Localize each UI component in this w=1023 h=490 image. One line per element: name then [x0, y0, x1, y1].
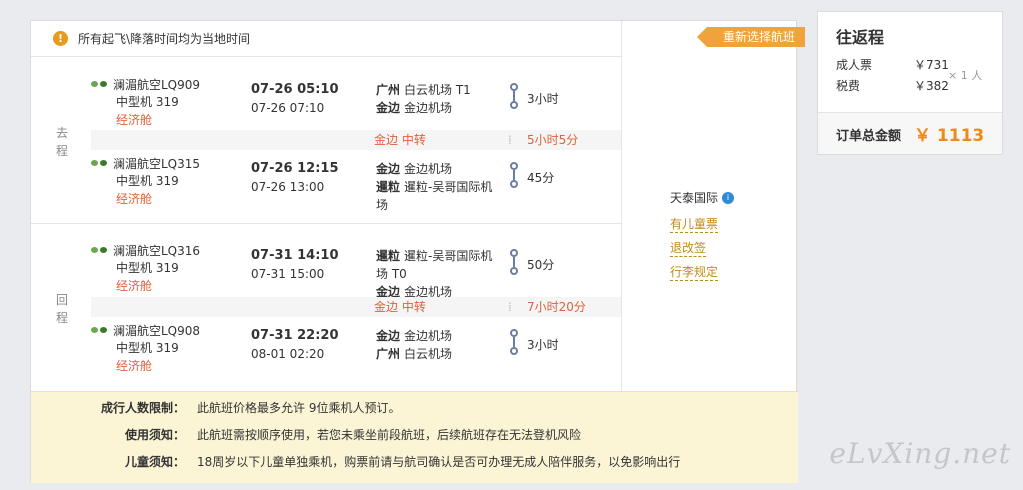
vendor-name: 天泰国际 [670, 191, 719, 205]
price-summary: 往返程 成人票 ￥731 税费 ￥382 × 1 人 订单总金额 ￥ 1113 [817, 11, 1003, 155]
transfer-duration: 5小时5分 [527, 133, 579, 147]
route-icon [509, 162, 519, 188]
rule-value: 此航班需按顺序使用，若您未乘坐前段航班，后续航班存在无法登机风险 [197, 428, 582, 442]
departure-airport: 广州 白云机场 T1 [376, 83, 471, 97]
order-total: 订单总金额 ￥ 1113 [818, 112, 1002, 154]
rule-key: 儿童须知： [124, 455, 185, 469]
arrival-airport: 广州 白云机场 [376, 347, 453, 361]
baggage-rules-link[interactable]: 行李规定 [670, 265, 719, 281]
aircraft-type: 中型机 319 [116, 341, 179, 355]
vendor-info: 天泰国际 i [670, 189, 735, 206]
tax-price: ￥382 [914, 79, 949, 93]
vendor-column: 重新选择航班 天泰国际 i 有儿童票 退改签 行李规定 [621, 21, 805, 391]
departure-time: 07-26 05:10 [251, 82, 339, 97]
flight-row[interactable]: 澜湄航空LQ908 中型机 319 经济舱 07-31 22:20 08-01 … [91, 321, 621, 391]
itinerary-panel: ! 所有起飞\降落时间均为当地时间 去程 澜湄航空LQ909 中型机 319 经… [30, 20, 805, 483]
route-icon [509, 329, 519, 355]
warning-icon: ! [53, 31, 68, 46]
tax-label: 税费 [836, 79, 861, 93]
rule-key: 使用须知： [124, 428, 185, 442]
return-label: 回程 [55, 293, 68, 325]
route-icon [509, 249, 519, 275]
airline-flight-no: 澜湄航空LQ316 [113, 243, 201, 258]
booking-rules: 成行人数限制： 此航班价格最多允许 9位乘机人预订。 使用须知： 此航班需按顺序… [31, 391, 798, 483]
transfer-city: 金边 中转 [374, 300, 426, 314]
rule-key: 成行人数限制： [100, 401, 185, 415]
aircraft-type: 中型机 319 [116, 261, 179, 275]
departure-airport: 暹粒 暹粒-吴哥国际机场 T0 [376, 249, 493, 281]
timezone-notice: ! 所有起飞\降落时间均为当地时间 [31, 21, 621, 57]
flight-duration: 3小时 [527, 338, 559, 352]
flight-duration: 3小时 [527, 92, 559, 106]
airline-logo-icon [91, 159, 109, 167]
departure-time: 07-31 14:10 [251, 248, 339, 263]
departure-time: 07-31 22:20 [251, 328, 339, 343]
outbound-segment: 去程 澜湄航空LQ909 中型机 319 经济舱 07-26 05:10 07-… [31, 58, 621, 224]
departure-time: 07-26 12:15 [251, 161, 339, 176]
departure-airport: 金边 金边机场 [376, 162, 453, 176]
child-ticket-link[interactable]: 有儿童票 [670, 217, 719, 233]
aircraft-type: 中型机 319 [116, 95, 179, 109]
arrival-time: 08-01 02:20 [251, 347, 325, 361]
transfer-dots-icon: ⁞ [508, 300, 512, 314]
passenger-multiplier: × 1 人 [948, 69, 983, 82]
rule-value: 18周岁以下儿童单独乘机，购票前请与航司确认是否可办理无成人陪伴服务，以免影响出… [197, 455, 681, 469]
notice-text: 所有起飞\降落时间均为当地时间 [78, 32, 251, 46]
adult-fare-label: 成人票 [836, 58, 873, 72]
trip-type-title: 往返程 [836, 28, 885, 47]
airline-logo-icon [91, 326, 109, 334]
transfer-city: 金边 中转 [374, 133, 426, 147]
site-watermark: eLvXing.net [829, 437, 1011, 470]
transfer-bar: 金边 中转 ⁞ 5小时5分 [91, 130, 621, 150]
flight-duration: 45分 [527, 171, 555, 185]
cabin-class: 经济舱 [116, 279, 153, 293]
arrival-time: 07-31 15:00 [251, 267, 325, 281]
cabin-class: 经济舱 [116, 359, 153, 373]
cabin-class: 经济舱 [116, 113, 153, 127]
refund-change-link[interactable]: 退改签 [670, 241, 707, 257]
arrival-time: 07-26 07:10 [251, 101, 325, 115]
arrival-airport: 金边 金边机场 [376, 101, 453, 115]
flight-duration: 50分 [527, 258, 555, 272]
airline-flight-no: 澜湄航空LQ909 [113, 77, 201, 92]
transfer-bar: 金边 中转 ⁞ 7小时20分 [91, 297, 621, 317]
rule-value: 此航班价格最多允许 9位乘机人预订。 [197, 401, 401, 415]
airline-flight-no: 澜湄航空LQ908 [113, 323, 201, 338]
transfer-dots-icon: ⁞ [508, 133, 512, 147]
arrival-airport: 暹粒 暹粒-吴哥国际机场 [376, 180, 493, 212]
arrival-time: 07-26 13:00 [251, 180, 325, 194]
flight-row[interactable]: 澜湄航空LQ315 中型机 319 经济舱 07-26 12:15 07-26 … [91, 154, 621, 224]
adult-fare-price: ￥731 [914, 58, 949, 72]
departure-airport: 金边 金边机场 [376, 329, 453, 343]
vendor-info-icon[interactable]: i [722, 191, 735, 204]
airline-logo-icon [91, 246, 109, 254]
airline-logo-icon [91, 80, 109, 88]
aircraft-type: 中型机 319 [116, 174, 179, 188]
return-segment: 回程 澜湄航空LQ316 中型机 319 经济舱 07-31 14:10 07-… [31, 224, 621, 391]
order-total-label: 订单总金额 [836, 129, 902, 144]
reselect-flight-button[interactable]: 重新选择航班 [696, 27, 805, 47]
route-icon [509, 83, 519, 109]
order-total-amount: ￥ 1113 [914, 126, 985, 146]
cabin-class: 经济舱 [116, 192, 153, 206]
transfer-duration: 7小时20分 [527, 300, 586, 314]
airline-flight-no: 澜湄航空LQ315 [113, 156, 201, 171]
outbound-label: 去程 [55, 126, 68, 158]
